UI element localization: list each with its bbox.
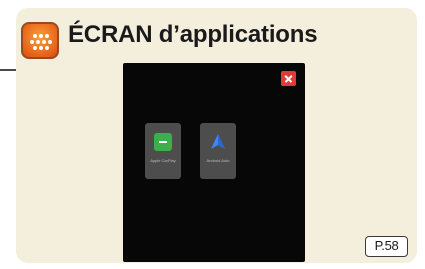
android-auto-icon [211, 134, 225, 149]
page-reference: P.58 [365, 236, 408, 257]
close-icon[interactable] [281, 71, 296, 86]
manual-page: ÉCRAN d’applications Apple CarPlay Andro… [0, 0, 425, 269]
app-label: Android Auto [206, 158, 230, 163]
dots-grid [30, 33, 52, 50]
applications-screen: Apple CarPlay Android Auto [123, 63, 305, 262]
page-title: ÉCRAN d’applications [68, 21, 318, 48]
carplay-icon [154, 133, 172, 151]
apps-grid-icon [21, 22, 59, 59]
app-tile-carplay[interactable]: Apple CarPlay [145, 123, 181, 179]
info-card: ÉCRAN d’applications Apple CarPlay Andro… [16, 8, 417, 263]
app-label: Apple CarPlay [150, 158, 176, 163]
app-tile-android-auto[interactable]: Android Auto [200, 123, 236, 179]
